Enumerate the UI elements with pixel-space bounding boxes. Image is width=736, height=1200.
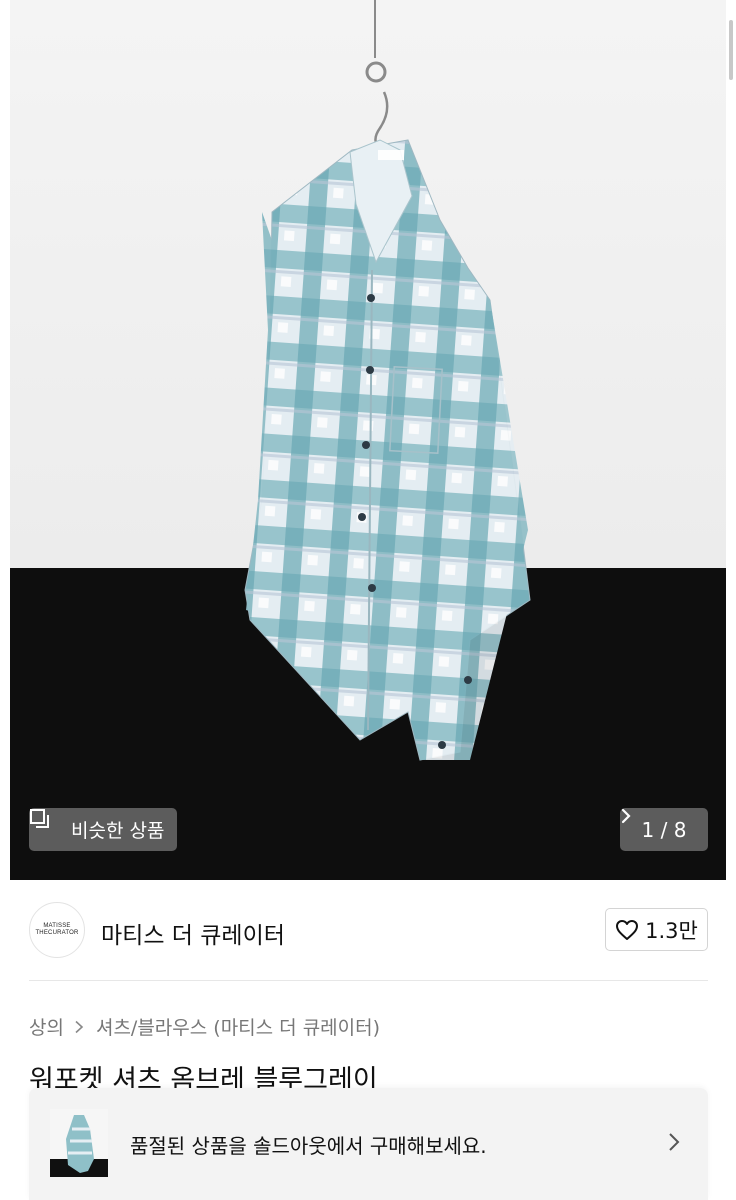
banner-text: 품절된 상품을 솔드아웃에서 구매해보세요. <box>130 1134 487 1158</box>
like-count: 1.3만 <box>645 918 698 943</box>
shop-row: MATISSE THECURATOR 마티스 더 큐레이터 1.3만 <box>29 902 708 958</box>
product-image-gallery[interactable]: 비슷한 상품 1 / 8 <box>0 0 736 880</box>
similar-items-button[interactable]: 비슷한 상품 <box>29 808 178 851</box>
section-divider <box>29 980 708 981</box>
breadcrumb-subcategory[interactable]: 셔츠/블라우스 (마티스 더 큐레이터) <box>96 1013 380 1040</box>
like-button[interactable]: 1.3만 <box>605 908 708 951</box>
avatar-logo-line1: MATISSE <box>43 923 71 929</box>
chevron-right-icon <box>75 1020 84 1033</box>
chevron-right-icon <box>621 808 631 824</box>
similar-items-icon <box>30 809 63 841</box>
breadcrumb: 상의 셔츠/블라우스 (마티스 더 큐레이터) <box>29 1013 380 1040</box>
banner-thumbnail <box>50 1109 108 1177</box>
breadcrumb-category[interactable]: 상의 <box>29 1013 64 1040</box>
image-counter-button[interactable]: 1 / 8 <box>620 808 708 851</box>
heart-outline-icon <box>616 919 639 940</box>
image-counter: 1 / 8 <box>641 817 687 842</box>
shop-name[interactable]: 마티스 더 큐레이터 <box>101 916 285 950</box>
chevron-right-icon <box>669 1133 680 1151</box>
avatar-logo-line2: THECURATOR <box>35 930 79 936</box>
soldout-promo-banner[interactable]: 품절된 상품을 솔드아웃에서 구매해보세요. <box>29 1088 708 1200</box>
product-photo <box>10 0 736 880</box>
similar-items-label: 비슷한 상품 <box>71 820 165 842</box>
shop-avatar[interactable]: MATISSE THECURATOR <box>29 902 85 958</box>
